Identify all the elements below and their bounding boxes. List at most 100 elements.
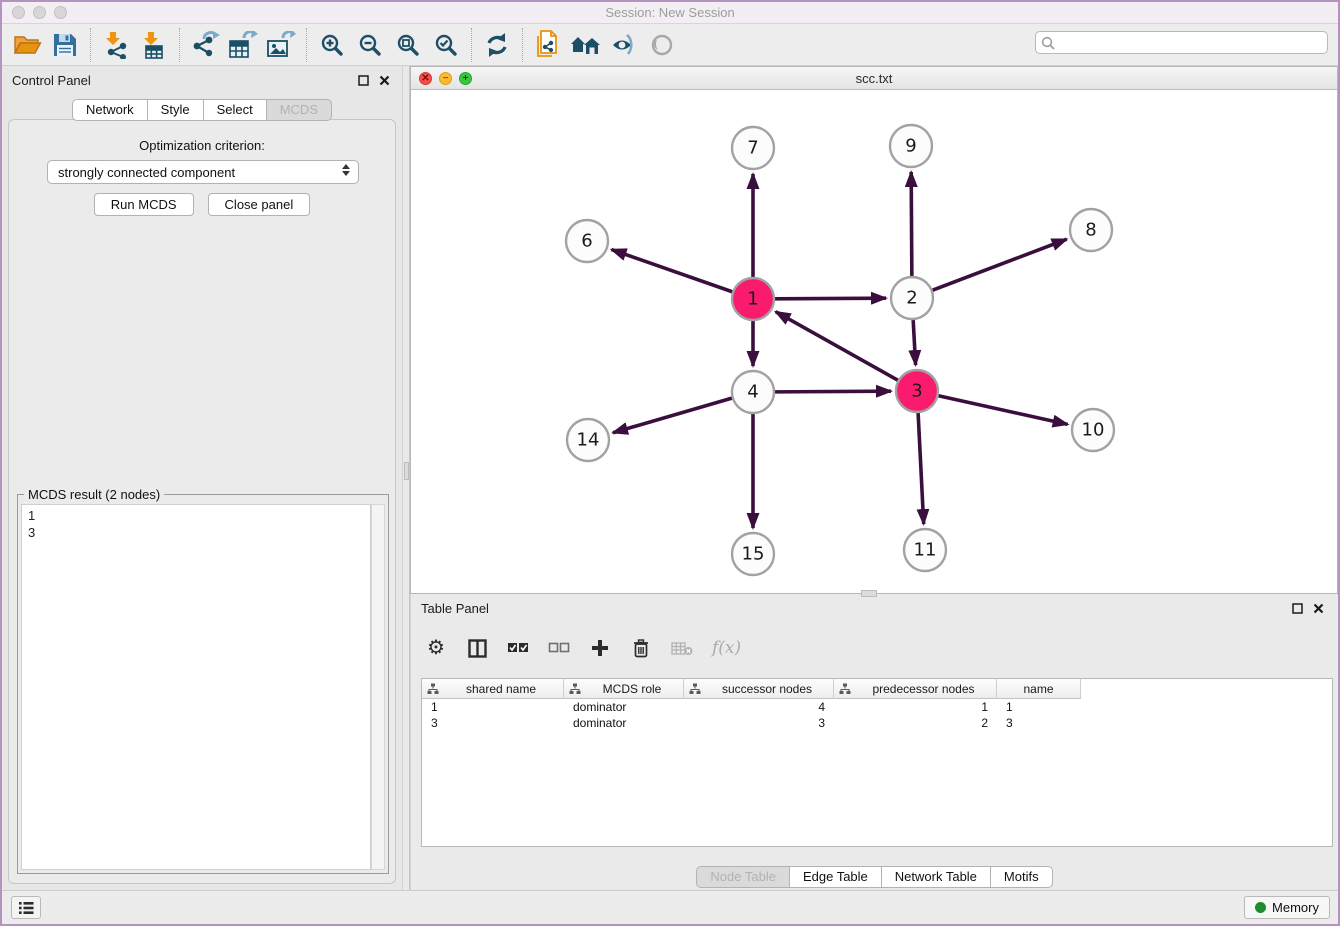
graph-node-label: 10 bbox=[1082, 420, 1105, 441]
table-cell: 1 bbox=[834, 699, 997, 715]
export-table-button[interactable] bbox=[224, 28, 262, 62]
function-icon: f(x) bbox=[712, 638, 741, 658]
graph-edge-4-3[interactable] bbox=[775, 391, 891, 392]
toolbar-separator bbox=[179, 28, 180, 62]
graph-edge-4-14[interactable] bbox=[613, 398, 732, 433]
titlebar: Session: New Session bbox=[2, 2, 1338, 24]
delete-column-button[interactable] bbox=[630, 633, 652, 663]
search-icon bbox=[1041, 36, 1055, 50]
mcds-panel: Optimization criterion: strongly connect… bbox=[8, 119, 396, 884]
export-image-icon bbox=[266, 31, 296, 59]
tab-select[interactable]: Select bbox=[204, 99, 267, 121]
splitter-handle[interactable] bbox=[404, 462, 409, 480]
graph-edge-1-2[interactable] bbox=[775, 298, 886, 299]
tab-network-table[interactable]: Network Table bbox=[882, 866, 991, 888]
result-line: 3 bbox=[28, 524, 364, 541]
search-input[interactable] bbox=[1035, 31, 1328, 54]
refresh-icon bbox=[484, 32, 510, 58]
open-session-button[interactable] bbox=[8, 28, 46, 62]
tab-motifs[interactable]: Motifs bbox=[991, 866, 1053, 888]
save-session-button[interactable] bbox=[46, 28, 84, 62]
toolbar-separator bbox=[471, 28, 472, 62]
network-view-window: ✕ − + scc.txt 1234678910111415 bbox=[410, 66, 1338, 594]
result-scrollbar[interactable] bbox=[371, 504, 385, 870]
horizontal-splitter-handle[interactable] bbox=[861, 590, 877, 597]
graph-node-label: 14 bbox=[577, 430, 600, 451]
run-mcds-button[interactable]: Run MCDS bbox=[94, 193, 194, 216]
apply-function-button[interactable]: f(x) bbox=[712, 633, 741, 663]
column-header-MCDS-role[interactable]: MCDS role bbox=[564, 679, 684, 699]
plus-icon bbox=[591, 639, 609, 657]
tab-style[interactable]: Style bbox=[148, 99, 204, 121]
tab-edge-table[interactable]: Edge Table bbox=[790, 866, 882, 888]
table-row[interactable]: 3dominator323 bbox=[422, 715, 1332, 731]
control-panel-title: Control Panel bbox=[12, 73, 91, 88]
control-panel: Control Panel NetworkStyleSelectMCDS Opt… bbox=[2, 66, 402, 894]
graph-edge-1-6[interactable] bbox=[612, 250, 733, 292]
graph-edge-3-1[interactable] bbox=[776, 312, 898, 381]
import-network-button[interactable] bbox=[97, 28, 135, 62]
zoom-out-button[interactable] bbox=[351, 28, 389, 62]
clone-network-document-icon bbox=[534, 30, 562, 60]
graph-edge-2-9[interactable] bbox=[911, 172, 912, 276]
zoom-in-button[interactable] bbox=[313, 28, 351, 62]
tab-network[interactable]: Network bbox=[72, 99, 148, 121]
control-panel-tabs: NetworkStyleSelectMCDS bbox=[2, 99, 402, 121]
table-cell: 4 bbox=[684, 699, 834, 715]
graph-node-label: 15 bbox=[742, 544, 765, 565]
home-button[interactable] bbox=[567, 28, 605, 62]
float-panel-icon[interactable] bbox=[358, 75, 369, 86]
close-panel-icon[interactable] bbox=[1313, 603, 1324, 614]
zoom-fit-button[interactable] bbox=[389, 28, 427, 62]
criterion-dropdown[interactable]: strongly connected component bbox=[47, 160, 359, 184]
select-all-columns-button[interactable] bbox=[507, 633, 529, 663]
gear-icon: ⚙ bbox=[427, 638, 445, 658]
export-network-button[interactable] bbox=[186, 28, 224, 62]
import-table-button[interactable] bbox=[135, 28, 173, 62]
table-cell: dominator bbox=[564, 699, 684, 715]
panel-splitter[interactable] bbox=[402, 66, 410, 894]
float-panel-icon[interactable] bbox=[1292, 603, 1303, 614]
export-image-button[interactable] bbox=[262, 28, 300, 62]
graph-node-label: 2 bbox=[906, 288, 917, 309]
tab-node-table[interactable]: Node Table bbox=[696, 866, 790, 888]
toolbar-separator bbox=[522, 28, 523, 62]
add-column-button[interactable] bbox=[589, 633, 611, 663]
unselect-all-columns-button[interactable] bbox=[548, 633, 570, 663]
refresh-button[interactable] bbox=[478, 28, 516, 62]
memory-button[interactable]: Memory bbox=[1244, 896, 1330, 919]
show-columns-button[interactable] bbox=[466, 633, 488, 663]
graph-edge-3-11[interactable] bbox=[918, 413, 924, 524]
network-canvas[interactable]: 1234678910111415 bbox=[411, 90, 1337, 593]
graph-node-label: 7 bbox=[747, 138, 758, 159]
houses-icon bbox=[570, 33, 602, 57]
graph-edge-2-3[interactable] bbox=[913, 320, 915, 365]
network-window-titlebar: ✕ − + scc.txt bbox=[411, 67, 1337, 90]
delete-table-button[interactable] bbox=[671, 633, 693, 663]
columns-icon bbox=[468, 639, 487, 658]
hide-eye-button[interactable] bbox=[605, 28, 643, 62]
close-panel-button[interactable]: Close panel bbox=[208, 193, 311, 216]
eye-disabled-button[interactable] bbox=[643, 28, 681, 62]
close-panel-icon[interactable] bbox=[379, 75, 390, 86]
graph-edge-2-8[interactable] bbox=[933, 239, 1067, 290]
tab-mcds[interactable]: MCDS bbox=[267, 99, 332, 121]
column-header-predecessor-nodes[interactable]: predecessor nodes bbox=[834, 679, 997, 699]
column-header-name[interactable]: name bbox=[997, 679, 1081, 699]
task-history-button[interactable] bbox=[11, 896, 41, 919]
open-in-web-button[interactable] bbox=[529, 28, 567, 62]
unchecked-boxes-icon bbox=[548, 642, 570, 655]
zoom-selected-button[interactable] bbox=[427, 28, 465, 62]
graph-node-label: 9 bbox=[905, 136, 916, 157]
table-settings-button[interactable]: ⚙ bbox=[425, 633, 447, 663]
import-network-icon bbox=[102, 31, 130, 59]
table-cell: 2 bbox=[834, 715, 997, 731]
graph-edge-3-10[interactable] bbox=[938, 396, 1067, 425]
column-header-shared-name[interactable]: shared name bbox=[422, 679, 564, 699]
node-table: shared nameMCDS rolesuccessor nodesprede… bbox=[421, 678, 1333, 847]
table-row[interactable]: 1dominator411 bbox=[422, 699, 1332, 715]
table-cell: 3 bbox=[997, 715, 1081, 731]
criterion-dropdown-value: strongly connected component bbox=[58, 165, 235, 180]
column-header-successor-nodes[interactable]: successor nodes bbox=[684, 679, 834, 699]
eye-disabled-icon bbox=[649, 33, 675, 57]
